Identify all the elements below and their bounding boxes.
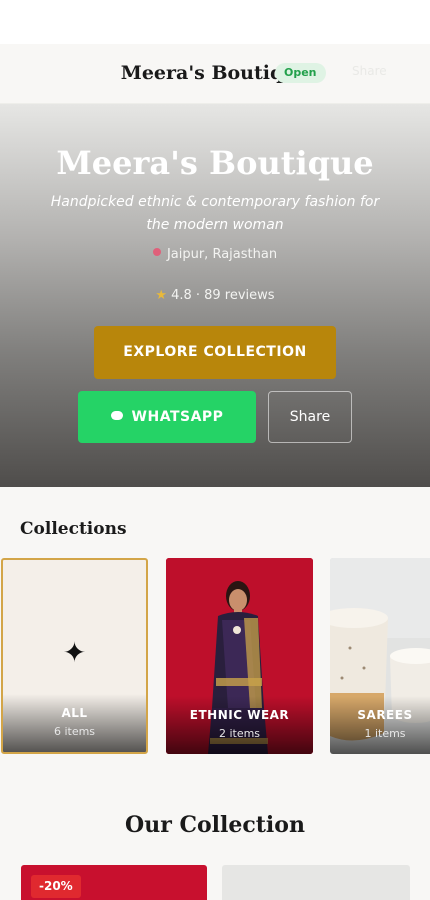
whatsapp-button[interactable]: WHATSAPP bbox=[78, 391, 256, 443]
our-collection-title: Our Collection bbox=[125, 812, 305, 838]
hero-section: Meera's Boutique Handpicked ethnic & con… bbox=[0, 104, 430, 487]
share-button[interactable]: Share bbox=[268, 391, 352, 443]
discount-badge: -20% bbox=[31, 875, 81, 898]
collection-card-ethnic-wear[interactable]: ETHNIC WEAR 2 items bbox=[166, 558, 313, 754]
main-content: Collections ✦ ALL 6 items ETHNIC WEAR 2 … bbox=[0, 487, 430, 900]
location: Jaipur, Rajasthan bbox=[0, 247, 430, 262]
whatsapp-label: WHATSAPP bbox=[131, 409, 224, 425]
collection-name: SAREES bbox=[357, 708, 413, 722]
collection-caption: ALL 6 items bbox=[3, 694, 146, 752]
collection-count: 2 items bbox=[218, 727, 261, 740]
rating: ★ 4.8 · 89 reviews bbox=[0, 288, 430, 303]
product-card[interactable]: -20% bbox=[21, 865, 207, 900]
collection-count: 1 items bbox=[364, 727, 406, 740]
hero-title: Meera's Boutique bbox=[56, 144, 374, 182]
collection-name: ALL bbox=[61, 706, 88, 720]
location-text: Jaipur, Rajasthan bbox=[166, 247, 278, 262]
collection-card-sarees[interactable]: SAREES 1 items bbox=[330, 558, 430, 754]
share-ghost-label[interactable]: Share bbox=[352, 64, 387, 78]
collection-caption: ETHNIC WEAR 2 items bbox=[166, 696, 313, 754]
chat-bubble-icon bbox=[110, 411, 123, 420]
location-pin-icon bbox=[152, 248, 161, 256]
top-bar: Meera's Boutique Open Share bbox=[0, 44, 430, 104]
collection-name: ETHNIC WEAR bbox=[189, 708, 290, 722]
explore-collection-button[interactable]: EXPLORE COLLECTION bbox=[94, 326, 336, 379]
star-icon: ★ bbox=[155, 288, 168, 303]
collection-card-all[interactable]: ✦ ALL 6 items bbox=[1, 558, 148, 754]
rating-text: 4.8 · 89 reviews bbox=[171, 288, 275, 303]
product-card[interactable] bbox=[222, 865, 410, 900]
open-status-badge: Open bbox=[275, 63, 326, 83]
collections-title: Collections bbox=[20, 519, 127, 539]
hero-tagline: Handpicked ethnic & contemporary fashion… bbox=[50, 194, 380, 233]
collection-count: 6 items bbox=[53, 725, 96, 738]
sparkle-icon: ✦ bbox=[62, 636, 87, 669]
collection-caption: SAREES 1 items bbox=[330, 696, 430, 754]
